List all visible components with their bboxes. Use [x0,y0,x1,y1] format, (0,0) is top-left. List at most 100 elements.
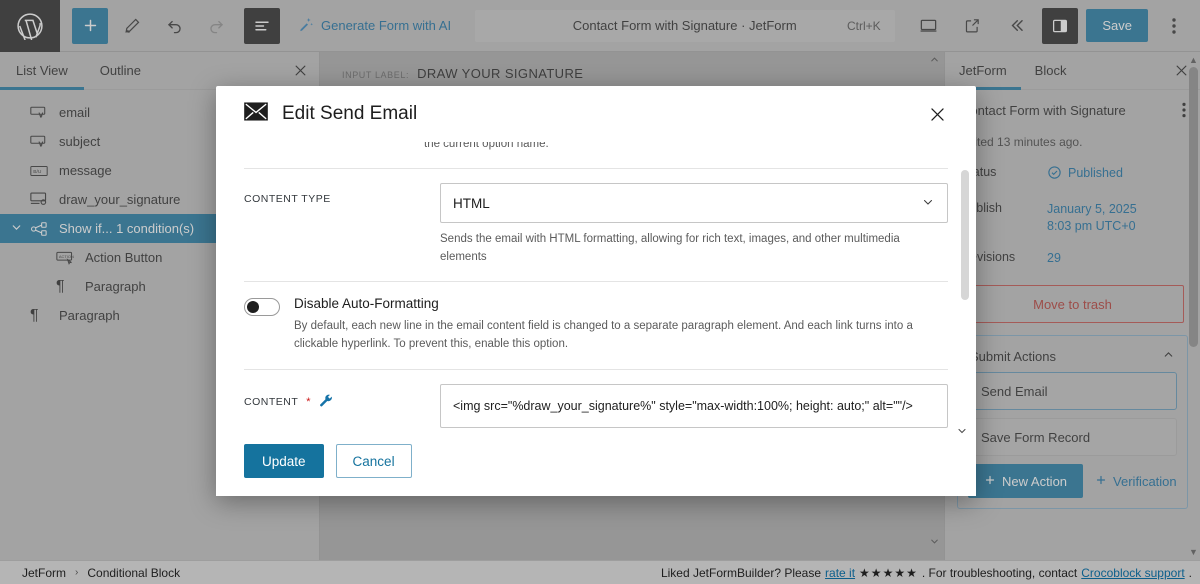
list-item-label: message [59,163,112,178]
generate-form-with-ai-label: Generate Form with AI [321,18,452,33]
expand-chevron-down-icon[interactable] [10,221,23,234]
collapse-double-chevron-left-icon[interactable] [998,8,1034,44]
toggle-text-group: Disable Auto-Formatting By default, each… [294,296,948,354]
breadcrumb-separator-icon: › [75,567,79,578]
tab-outline[interactable]: Outline [84,52,157,89]
envelope-icon [244,101,268,127]
tab-list-view[interactable]: List View [0,52,84,90]
plus-icon [1095,474,1107,489]
action-chip-send-email[interactable]: Send Email [968,372,1177,411]
modal-scrollbar[interactable] [961,170,969,375]
meta-row-revisions: Revisions 29 [961,250,1184,267]
external-link-icon[interactable] [954,8,990,44]
document-title: Contact Form with Signature · JetForm [572,18,797,33]
breadcrumb: JetForm › Conditional Block [0,566,180,580]
crocoblock-support-link[interactable]: Crocoblock support [1081,566,1184,580]
modal-scroll-down-icon[interactable] [956,425,968,440]
document-title-chip[interactable]: Contact Form with Signature · JetForm Ct… [474,9,895,42]
list-item-label: draw_your_signature [59,192,181,207]
promo-prefix: Liked JetFormBuilder? Please [660,565,822,580]
new-action-button[interactable]: New Action [968,464,1084,499]
sidebar-document-summary: Contact Form with Signature edited 13 mi… [945,90,1200,267]
sidebar-scroll-thumb[interactable] [1189,67,1198,347]
wrench-icon[interactable] [319,394,334,409]
promo-suffix: . [1188,565,1192,580]
clipped-help-text: the current option name. [424,142,549,150]
list-view-icon[interactable] [244,7,280,44]
list-item-label: Paragraph [85,279,146,294]
modal-close-icon[interactable] [920,97,954,131]
modal-header: Edit Send Email [216,86,976,142]
verification-label: Verification [1113,473,1177,489]
list-item-label: Paragraph [59,308,120,323]
modal-scroll-thumb[interactable] [961,170,969,300]
verification-button[interactable]: Verification [1095,474,1177,489]
tools-pencil-icon[interactable] [114,8,150,44]
content-type-select[interactable]: HTML [440,183,948,223]
modal-title-group: Edit Send Email [244,101,418,127]
sidebar-kebab-menu-icon[interactable] [1182,102,1186,123]
save-button[interactable]: Save [1086,9,1148,42]
textarea-icon: B/U [30,165,52,177]
rate-it-link[interactable]: rate it [825,566,855,580]
content-type-value: HTML [453,195,490,211]
wordpress-logo-icon[interactable] [0,0,60,52]
meta-value-publish[interactable]: January 5, 2025 8:03 pm UTC+0 [1047,201,1137,235]
undo-arrow-icon[interactable] [156,8,192,44]
status-bar: JetForm › Conditional Block Liked JetFor… [0,560,1200,584]
published-check-icon [1047,165,1062,185]
move-to-trash-button[interactable]: Move to trash [961,285,1184,324]
clipped-help-region: ' ' ʼ the current option name. [244,142,948,168]
magic-wand-icon [298,16,314,35]
kebab-menu-icon[interactable] [1156,8,1192,44]
svg-text:B/U: B/U [33,168,42,174]
breadcrumb-item-jetform[interactable]: JetForm [22,566,66,580]
update-button[interactable]: Update [244,444,324,478]
disable-auto-formatting-label: Disable Auto-Formatting [294,295,439,311]
action-chip-save-form-record[interactable]: Save Form Record [968,418,1177,457]
close-list-view-icon[interactable] [281,52,319,89]
signature-field-icon [30,192,52,207]
field-disable-auto-formatting: Disable Auto-Formatting By default, each… [244,280,948,370]
field-control-content [440,384,948,429]
add-block-button[interactable] [72,7,108,44]
toolbar-right-group: Save [910,7,1200,44]
signature-block-label: INPUT LABEL: DRAW YOUR SIGNATURE [342,66,583,81]
sidebar-scroll-up-icon[interactable]: ▲ [1188,54,1199,66]
sidebar-doc-title: Contact Form with Signature [961,103,1126,118]
generate-form-with-ai-button[interactable]: Generate Form with AI [290,8,459,44]
action-button-icon: ACTION [56,251,78,265]
field-content: CONTENT * [244,369,948,432]
canvas-scroll-down-chevron-icon[interactable] [929,536,940,550]
meta-value-status[interactable]: Published [1047,165,1123,185]
sidebar-scroll-down-icon[interactable]: ▼ [1188,546,1199,558]
content-input[interactable] [440,384,948,429]
paragraph-icon: ¶ [30,306,39,324]
redo-arrow-icon[interactable] [198,8,234,44]
sidebar-scrollbar[interactable]: ▲ ▼ [1188,54,1199,558]
promo-text: Liked JetFormBuilder? Please rate it ★★★… [661,566,1200,580]
meta-value-revisions[interactable]: 29 [1047,250,1061,267]
app-root: Generate Form with AI Contact Form with … [0,0,1200,584]
desktop-view-icon[interactable] [910,8,946,44]
meta-publish-label: January 5, 2025 8:03 pm UTC+0 [1047,201,1137,233]
settings-panel-icon[interactable] [1042,7,1079,44]
edit-send-email-modal: Edit Send Email ' ' ʼ the current option… [216,86,976,496]
disable-auto-formatting-toggle[interactable] [244,297,280,316]
tab-block[interactable]: Block [1021,52,1081,89]
tab-jetform[interactable]: JetForm [945,52,1021,90]
submit-actions-title: Submit Actions [970,348,1056,364]
tab-block-label: Block [1034,63,1067,78]
modal-title: Edit Send Email [282,103,418,124]
cancel-button[interactable]: Cancel [335,444,412,478]
conditional-block-icon [30,221,52,237]
canvas-scroll-up-chevron-icon[interactable] [929,54,940,68]
collapse-chevron-up-icon[interactable] [1162,348,1175,364]
field-label-content-type: CONTENT TYPE [244,193,331,205]
disable-auto-formatting-help: By default, each new line in the email c… [294,319,913,351]
submit-actions-header[interactable]: Submit Actions [968,344,1177,372]
promo-middle: . For troubleshooting, contact [921,565,1078,580]
list-view-tabs: List View Outline [0,52,319,90]
modal-body: ' ' ʼ the current option name. CONTENT T… [216,142,976,444]
breadcrumb-item-conditional-block[interactable]: Conditional Block [87,566,180,580]
